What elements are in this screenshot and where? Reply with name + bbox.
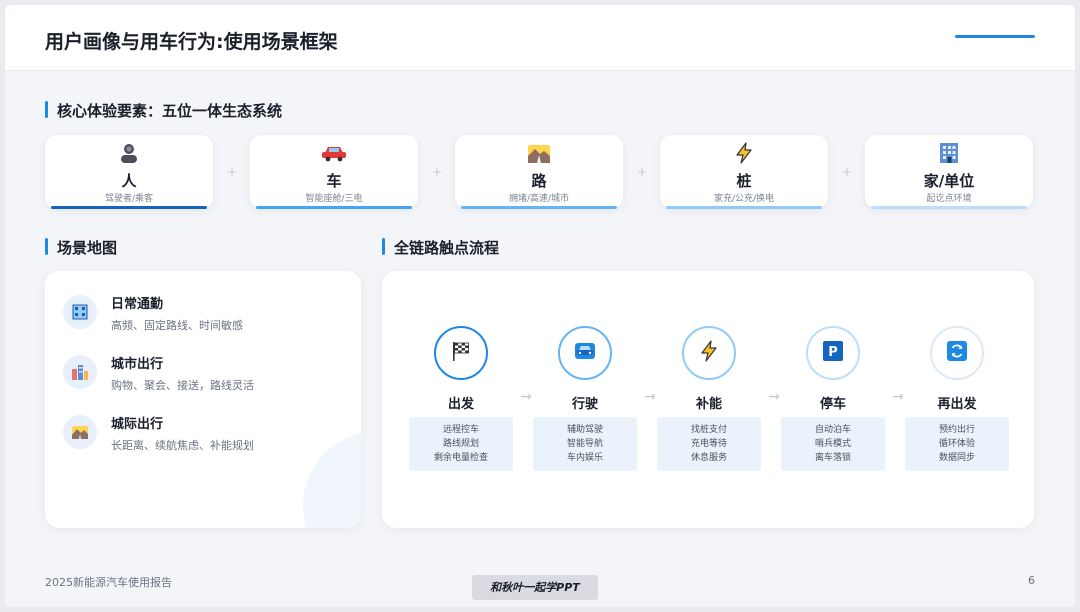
pillar-desc: 拥堵/高速/城市: [508, 194, 570, 204]
pillar-name: 车: [326, 172, 342, 190]
scene-item-commute: 日常通勤 高频、固定路线、时间敏感: [63, 293, 343, 343]
refresh-icon: [946, 340, 968, 366]
city-icon: [63, 355, 97, 389]
step-detail-line: 充电等待: [690, 439, 727, 449]
scene-name: 城市出行: [111, 357, 164, 372]
checkered-flag-icon: [450, 340, 472, 366]
mountain-road-icon: [63, 415, 97, 449]
pillar-desc: 起讫点环境: [926, 194, 972, 204]
step-name: 再出发: [937, 397, 977, 412]
pillar-accent-bar: [51, 206, 207, 209]
step-detail-line: 车内娱乐: [566, 453, 603, 463]
road-icon: [455, 141, 623, 165]
scene-map-title: 场景地图: [45, 237, 117, 258]
page-title: 用户画像与用车行为:使用场景框架: [45, 31, 338, 53]
scene-desc: 高频、固定路线、时间敏感: [111, 319, 243, 332]
plus-icon: +: [841, 165, 853, 179]
flow-step-redepart: 再出发 预约出行 循环体验 数据同步: [905, 326, 1009, 476]
slide: 用户画像与用车行为:使用场景框架 核心体验要素：五位一体生态系统 人 驾驶者/乘…: [5, 5, 1075, 607]
pillar-desc: 家充/公充/换电: [713, 194, 775, 204]
flow-panel: 出发 远程控车 路线规划 剩余电量检查 → 行驶 辅助驾驶 智能导航 车内娱乐 …: [382, 271, 1034, 528]
step-detail-line: 自动泊车: [814, 425, 851, 435]
pillar-name: 人: [121, 172, 137, 190]
scene-map-panel: 日常通勤 高频、固定路线、时间敏感 城市出行 购物、聚会、接送，路线灵活 城际出…: [45, 271, 361, 528]
car-icon: [250, 141, 418, 165]
pillar-accent-bar: [461, 206, 617, 209]
scene-item-intercity: 城际出行 长距离、续航焦虑、补能规划: [63, 413, 343, 463]
flow-step-park: P 停车 自动泊车 哨兵模式 离车落锁: [781, 326, 885, 476]
flow-step-recharge: 补能 找桩支付 充电等待 休息服务: [657, 326, 761, 476]
pillar-road: 路 拥堵/高速/城市: [455, 135, 623, 209]
footer-report-name: 2025新能源汽车使用报告: [45, 576, 172, 589]
ecosystem-title: 核心体验要素：五位一体生态系统: [45, 100, 282, 121]
pillar-person: 人 驾驶者/乘客: [45, 135, 213, 209]
pillar-accent-bar: [871, 206, 1027, 209]
pillar-accent-bar: [666, 206, 822, 209]
step-detail-line: 智能导航: [566, 439, 603, 449]
step-detail-line: 循环体验: [938, 439, 975, 449]
pillar-accent-bar: [256, 206, 412, 209]
plus-icon: +: [431, 165, 443, 179]
building-icon: [865, 141, 1033, 165]
flow-step-depart: 出发 远程控车 路线规划 剩余电量检查: [409, 326, 513, 476]
scene-name: 日常通勤: [111, 297, 164, 312]
header: 用户画像与用车行为:使用场景框架: [5, 5, 1075, 71]
pillar-home-work: 家/单位 起讫点环境: [865, 135, 1033, 209]
step-detail-line: 休息服务: [690, 453, 727, 463]
lightning-icon: [699, 340, 719, 366]
step-details: 辅助驾驶 智能导航 车内娱乐: [533, 417, 637, 471]
pillar-name: 路: [531, 172, 547, 190]
office-icon: [63, 295, 97, 329]
scene-item-city: 城市出行 购物、聚会、接送，路线灵活: [63, 353, 343, 403]
step-detail-line: 远程控车: [442, 425, 479, 435]
step-icon-circle: [434, 326, 488, 380]
page-number: 6: [1028, 574, 1035, 587]
step-details: 远程控车 路线规划 剩余电量检查: [409, 417, 513, 471]
pillar-desc: 智能座舱/三电: [305, 194, 363, 204]
pillar-car: 车 智能座舱/三电: [250, 135, 418, 209]
person-icon: [45, 141, 213, 165]
step-name: 补能: [695, 397, 722, 412]
step-icon-circle: [682, 326, 736, 380]
car-icon: [573, 341, 597, 365]
pillar-name: 家/单位: [923, 172, 975, 190]
scene-name: 城际出行: [111, 417, 164, 432]
pillar-name: 桩: [736, 172, 752, 190]
step-detail-line: 离车落锁: [814, 453, 851, 463]
step-name: 出发: [447, 397, 474, 412]
step-detail-line: 找桩支付: [690, 425, 727, 435]
step-detail-line: 数据同步: [938, 453, 975, 463]
plus-icon: +: [636, 165, 648, 179]
step-name: 行驶: [571, 397, 598, 412]
step-icon-circle: [558, 326, 612, 380]
step-details: 找桩支付 充电等待 休息服务: [657, 417, 761, 471]
flow-title: 全链路触点流程: [382, 237, 499, 258]
step-detail-line: 路线规划: [442, 439, 479, 449]
pillar-charger: 桩 家充/公充/换电: [660, 135, 828, 209]
flow-step-drive: 行驶 辅助驾驶 智能导航 车内娱乐: [533, 326, 637, 476]
watermark: 和秋叶一起学PPT: [472, 575, 598, 600]
step-detail-line: 辅助驾驶: [566, 425, 603, 435]
svg-text:P: P: [828, 345, 838, 360]
step-icon-circle: [930, 326, 984, 380]
step-details: 自动泊车 哨兵模式 离车落锁: [781, 417, 885, 471]
plus-icon: +: [226, 165, 238, 179]
step-details: 预约出行 循环体验 数据同步: [905, 417, 1009, 471]
step-name: 停车: [819, 397, 846, 412]
parking-icon: P: [822, 340, 844, 366]
step-detail-line: 剩余电量检查: [433, 453, 488, 463]
step-detail-line: 预约出行: [938, 425, 975, 435]
scene-desc: 长距离、续航焦虑、补能规划: [111, 439, 254, 452]
lightning-icon: [660, 141, 828, 165]
pillar-desc: 驾驶者/乘客: [104, 194, 154, 204]
step-icon-circle: P: [806, 326, 860, 380]
scene-desc: 购物、聚会、接送，路线灵活: [111, 379, 254, 392]
step-detail-line: 哨兵模式: [814, 439, 851, 449]
header-accent-line: [955, 35, 1035, 38]
